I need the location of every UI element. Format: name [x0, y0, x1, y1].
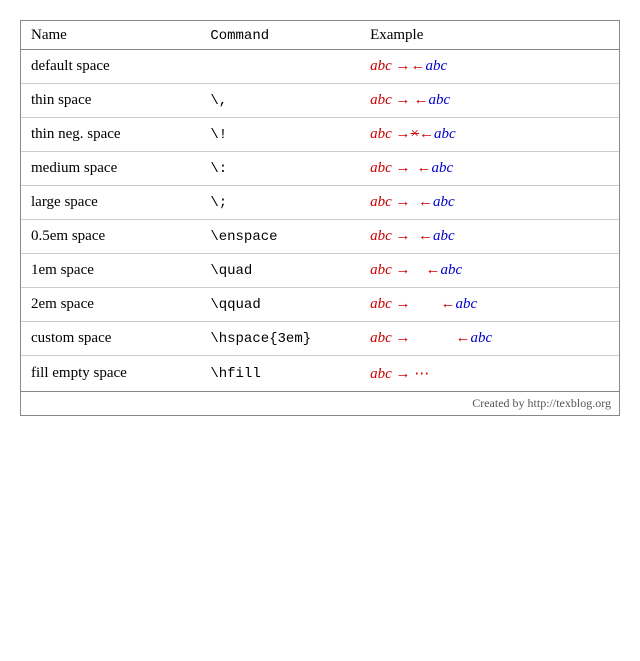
row-name: large space	[21, 186, 200, 220]
table-row: fill empty space\hfillabc → ⋯	[21, 356, 619, 392]
header-row: Name Command Example	[21, 21, 619, 50]
table-row: 1em space\quadabc → ←abc	[21, 254, 619, 288]
row-name: fill empty space	[21, 356, 200, 392]
row-name: 1em space	[21, 254, 200, 288]
row-command: \hfill	[200, 356, 360, 392]
table-row: medium space\:abc → ←abc	[21, 152, 619, 186]
row-name: medium space	[21, 152, 200, 186]
row-command: \quad	[200, 254, 360, 288]
row-example: abc → ⋯	[360, 356, 619, 392]
row-command: \qquad	[200, 288, 360, 322]
row-command: \;	[200, 186, 360, 220]
row-example: abc → ←abc	[360, 84, 619, 118]
row-name: thin neg. space	[21, 118, 200, 152]
table-row: large space\;abc → ←abc	[21, 186, 619, 220]
row-command: \!	[200, 118, 360, 152]
row-command: \,	[200, 84, 360, 118]
row-example: abc → ←abc	[360, 186, 619, 220]
row-example: abc → ←abc	[360, 288, 619, 322]
table-row: thin space\,abc → ←abc	[21, 84, 619, 118]
row-example: abc →×←abc	[360, 118, 619, 152]
row-example: abc → ←abc	[360, 322, 619, 356]
row-example: abc → ←abc	[360, 152, 619, 186]
header-name: Name	[21, 21, 200, 50]
row-example: abc → ←abc	[360, 254, 619, 288]
row-name: 0.5em space	[21, 220, 200, 254]
header-command: Command	[200, 21, 360, 50]
footer-row: Created by http://texblog.org	[21, 392, 619, 416]
row-name: custom space	[21, 322, 200, 356]
row-example: abc →←abc	[360, 50, 619, 84]
spacing-table: Name Command Example default space abc →←…	[21, 21, 619, 415]
row-name: 2em space	[21, 288, 200, 322]
row-name: thin space	[21, 84, 200, 118]
main-table-wrapper: Name Command Example default space abc →←…	[20, 20, 620, 416]
header-example: Example	[360, 21, 619, 50]
row-command: \:	[200, 152, 360, 186]
table-row: default space abc →←abc	[21, 50, 619, 84]
footer-credit: Created by http://texblog.org	[21, 392, 619, 416]
row-command	[200, 50, 360, 84]
row-command: \hspace{3em}	[200, 322, 360, 356]
row-name: default space	[21, 50, 200, 84]
row-example: abc → ←abc	[360, 220, 619, 254]
table-row: 0.5em space\enspaceabc → ←abc	[21, 220, 619, 254]
table-row: custom space\hspace{3em}abc → ←abc	[21, 322, 619, 356]
table-row: thin neg. space\!abc →×←abc	[21, 118, 619, 152]
row-command: \enspace	[200, 220, 360, 254]
table-row: 2em space\qquadabc → ←abc	[21, 288, 619, 322]
